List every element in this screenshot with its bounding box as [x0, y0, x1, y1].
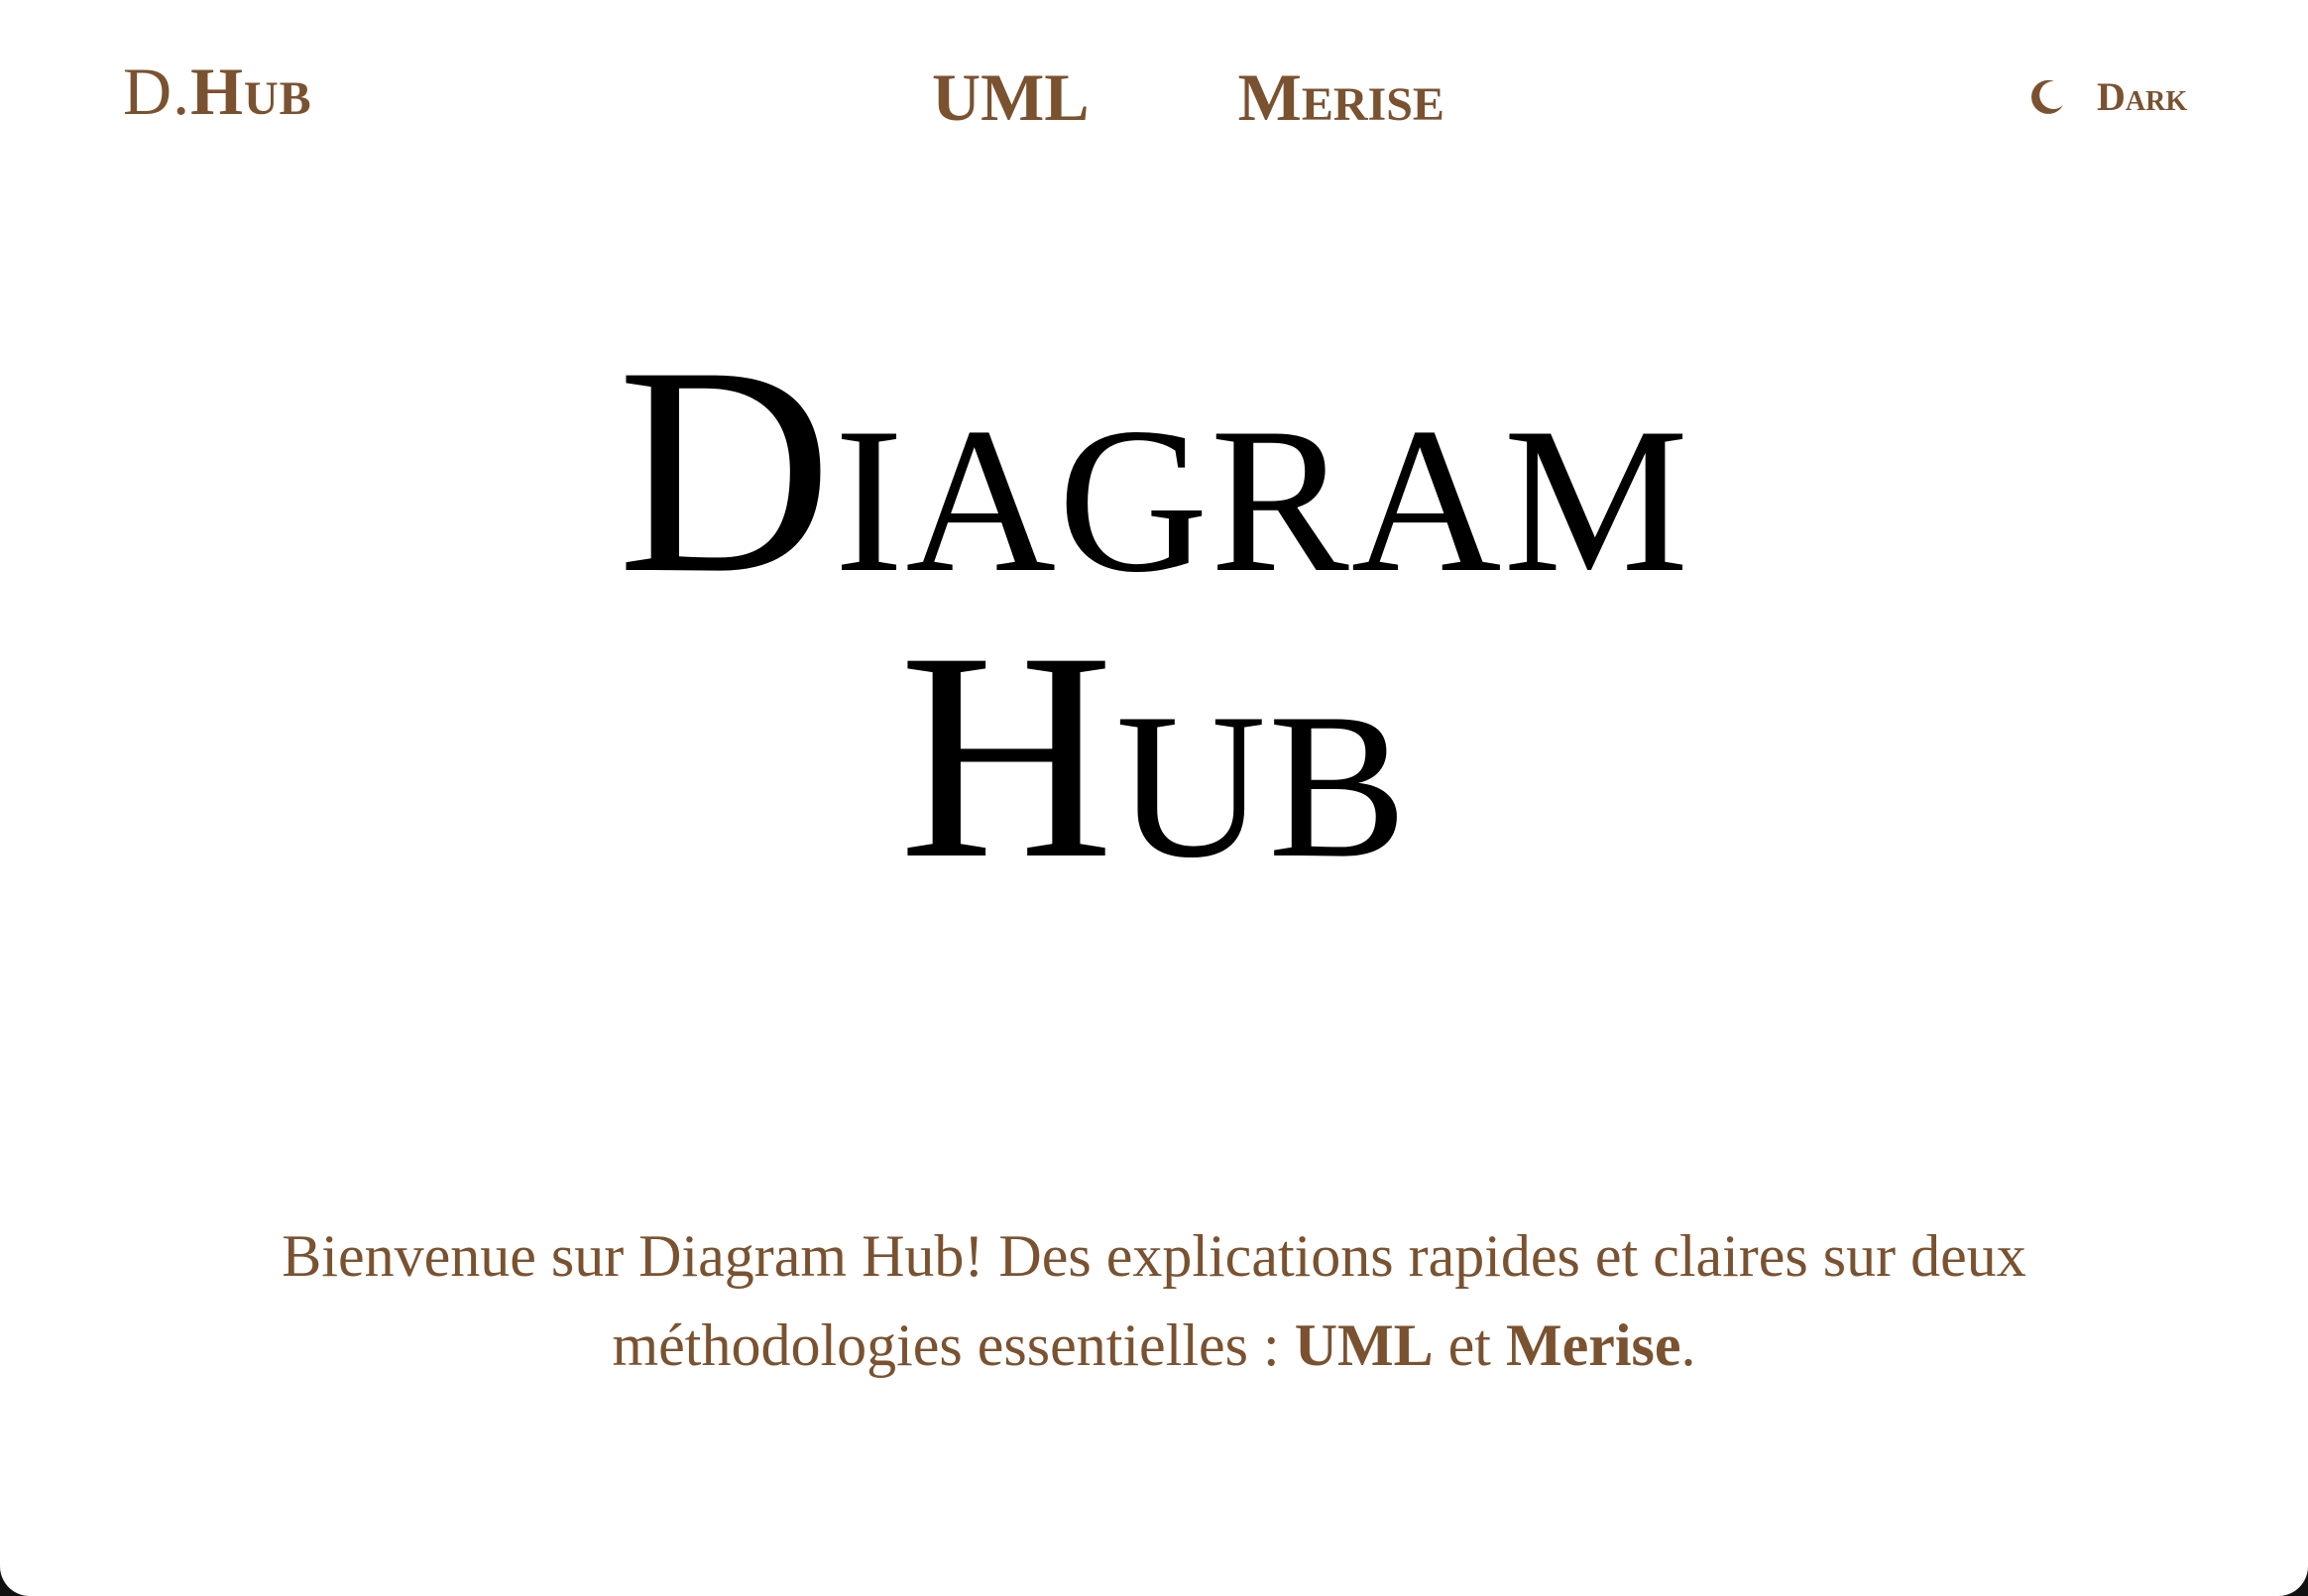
page: D.Hub UML Merise Dark Diagram Hub Bienve… [0, 0, 2308, 1596]
moon-icon [2027, 77, 2067, 117]
theme-toggle-label: Dark [2097, 74, 2188, 119]
hero-title-line-2: Hub [898, 591, 1410, 920]
nav-link-merise[interactable]: Merise [1238, 63, 1444, 131]
hero-title-line-1: Diagram [617, 305, 1691, 634]
intro-term-merise: Merise [1505, 1312, 1681, 1378]
intro-text-middle: et [1433, 1312, 1506, 1378]
intro-paragraph: Bienvenue sur Diagram Hub! Des explicati… [139, 1211, 2169, 1390]
intro-text-start: Bienvenue sur Diagram Hub! Des explicati… [282, 1223, 2026, 1378]
dark-mode-toggle[interactable]: Dark [2027, 77, 2187, 117]
top-navigation: D.Hub UML Merise Dark [0, 0, 2308, 198]
brand-name: Hub [190, 54, 312, 129]
hero-title: Diagram Hub [0, 305, 2308, 920]
nav-links: UML Merise [932, 63, 1444, 131]
nav-link-uml[interactable]: UML [932, 63, 1090, 131]
intro-text-end: . [1680, 1312, 1696, 1378]
intro-term-uml: UML [1294, 1312, 1434, 1378]
brand-prefix: D. [123, 54, 191, 129]
brand-logo-link[interactable]: D.Hub [123, 57, 312, 125]
